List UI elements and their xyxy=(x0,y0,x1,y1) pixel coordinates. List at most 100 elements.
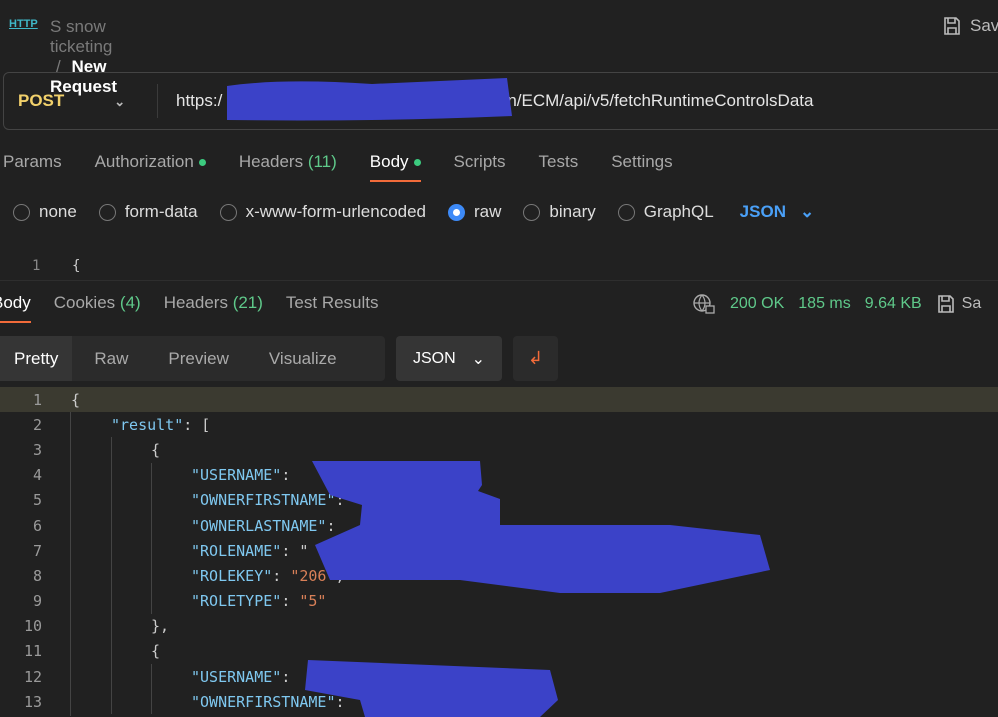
code-text: "ROLENAME": " xyxy=(191,542,308,560)
indent-guide xyxy=(151,462,152,488)
code-line: 2 "result": [ xyxy=(0,412,998,437)
request-editor[interactable]: 1{ xyxy=(0,256,998,276)
globe-lock-icon[interactable] xyxy=(692,293,716,315)
radio-circle-selected xyxy=(448,203,466,221)
divider xyxy=(157,84,158,118)
response-tab-test-results[interactable]: Test Results xyxy=(286,293,379,323)
indent-guide xyxy=(111,538,112,564)
wrap-lines-button[interactable]: ↲ xyxy=(513,336,558,381)
tab-settings[interactable]: Settings xyxy=(611,152,672,182)
tab-tests[interactable]: Tests xyxy=(539,152,579,182)
line-number: 11 xyxy=(23,642,42,661)
chevron-down-icon: ⌄ xyxy=(799,202,815,221)
indent-guide xyxy=(151,538,152,564)
radio-urlencoded[interactable]: x-www-form-urlencoded xyxy=(219,202,426,222)
save-label: Sa xyxy=(961,295,982,312)
response-size[interactable]: 9.64 KB xyxy=(865,295,922,313)
radio-circle xyxy=(13,203,30,221)
radio-circle xyxy=(523,203,541,221)
radio-label: GraphQL xyxy=(643,202,714,221)
indent-guide xyxy=(111,638,112,665)
response-tab-cookies[interactable]: Cookies (4) xyxy=(54,293,141,323)
tab-label: Tests xyxy=(538,152,579,171)
response-tab-body[interactable]: Body xyxy=(0,293,31,323)
code-token: "ROLETYPE" xyxy=(191,592,282,611)
response-format-select[interactable]: JSON ⌄ xyxy=(396,336,502,381)
redaction-mark xyxy=(227,78,512,121)
code-line: 1{ xyxy=(0,387,998,413)
radio-label: raw xyxy=(474,202,502,221)
tab-headers[interactable]: Headers (11) xyxy=(239,152,337,182)
radio-none[interactable]: none xyxy=(13,202,77,222)
response-time[interactable]: 185 ms xyxy=(798,295,850,313)
redaction-mark xyxy=(312,461,770,593)
radio-circle xyxy=(617,203,635,221)
tab-authorization[interactable]: Authorization xyxy=(95,152,206,182)
code-token: : xyxy=(281,592,300,611)
save-label: Sav xyxy=(970,16,998,35)
status-code[interactable]: 200 OK xyxy=(730,295,784,313)
code-text: "USERNAME": xyxy=(191,668,290,686)
redaction-marks xyxy=(305,461,770,717)
save-response-button[interactable]: Sa xyxy=(936,294,982,314)
format-label: JSON xyxy=(412,349,456,367)
code-token: { xyxy=(151,440,161,459)
tab-params[interactable]: Params xyxy=(3,152,62,182)
code-token: : xyxy=(281,466,291,485)
line-number: 3 xyxy=(32,440,42,459)
radio-graphql[interactable]: GraphQL xyxy=(617,202,714,222)
response-tab-headers[interactable]: Headers (21) xyxy=(164,293,263,323)
view-pretty[interactable]: Pretty xyxy=(0,336,73,381)
breadcrumb-collection[interactable]: S snow ticketing xyxy=(50,17,112,56)
code-text: { xyxy=(151,642,160,660)
save-button[interactable]: Sav xyxy=(942,16,998,36)
radio-form-data[interactable]: form-data xyxy=(98,202,198,222)
tab-label: Cookies xyxy=(53,293,116,312)
method-select[interactable]: POST ⌄ xyxy=(18,91,125,111)
pane-divider[interactable] xyxy=(0,280,998,281)
indent-guide xyxy=(151,664,152,690)
indent-guide xyxy=(111,563,112,589)
line-number: 5 xyxy=(32,491,42,510)
save-icon xyxy=(944,17,960,35)
line-number: 2 xyxy=(32,415,42,434)
indent-guide xyxy=(111,437,112,463)
tab-scripts[interactable]: Scripts xyxy=(454,152,506,182)
indent-guide xyxy=(111,462,112,488)
tab-label: Params xyxy=(3,152,62,171)
body-format-select[interactable]: JSON ⌄ xyxy=(740,202,815,222)
code-token: "USERNAME" xyxy=(191,466,282,485)
response-status: 200 OK 185 ms 9.64 KB Sa xyxy=(692,293,981,315)
code-token: "USERNAME" xyxy=(191,667,282,686)
indent-guide xyxy=(151,512,152,539)
radio-binary[interactable]: binary xyxy=(523,202,596,222)
code-token: "ROLENAME" xyxy=(191,541,282,560)
tab-label: Authorization xyxy=(94,152,194,171)
radio-label: binary xyxy=(549,202,596,221)
indent-guide xyxy=(151,588,152,614)
indent-guide xyxy=(111,664,112,690)
view-visualize[interactable]: Visualize xyxy=(247,336,359,381)
tab-count: (21) xyxy=(232,293,263,312)
tab-label: Scripts xyxy=(453,152,506,171)
radio-circle xyxy=(98,203,116,221)
line-number: 1 xyxy=(32,258,41,274)
save-icon xyxy=(937,295,954,313)
code-text: { xyxy=(71,391,80,409)
indent-guide xyxy=(111,512,112,539)
body-type-options: none form-data x-www-form-urlencoded raw… xyxy=(13,202,814,222)
code-text: }, xyxy=(151,617,169,635)
indent-guide xyxy=(151,487,152,513)
wrap-icon: ↲ xyxy=(527,348,544,368)
tab-count: (11) xyxy=(307,152,337,171)
view-raw[interactable]: Raw xyxy=(72,336,150,381)
line-number: 7 xyxy=(32,541,42,560)
radio-raw[interactable]: raw xyxy=(448,202,501,222)
view-preview[interactable]: Preview xyxy=(150,336,246,381)
code-token: : xyxy=(272,566,291,585)
tab-body[interactable]: Body xyxy=(369,152,421,182)
code-token: "result" xyxy=(111,415,184,434)
indent-guide xyxy=(111,689,112,715)
code-text: { xyxy=(72,258,81,274)
tab-label: Headers xyxy=(238,152,304,171)
